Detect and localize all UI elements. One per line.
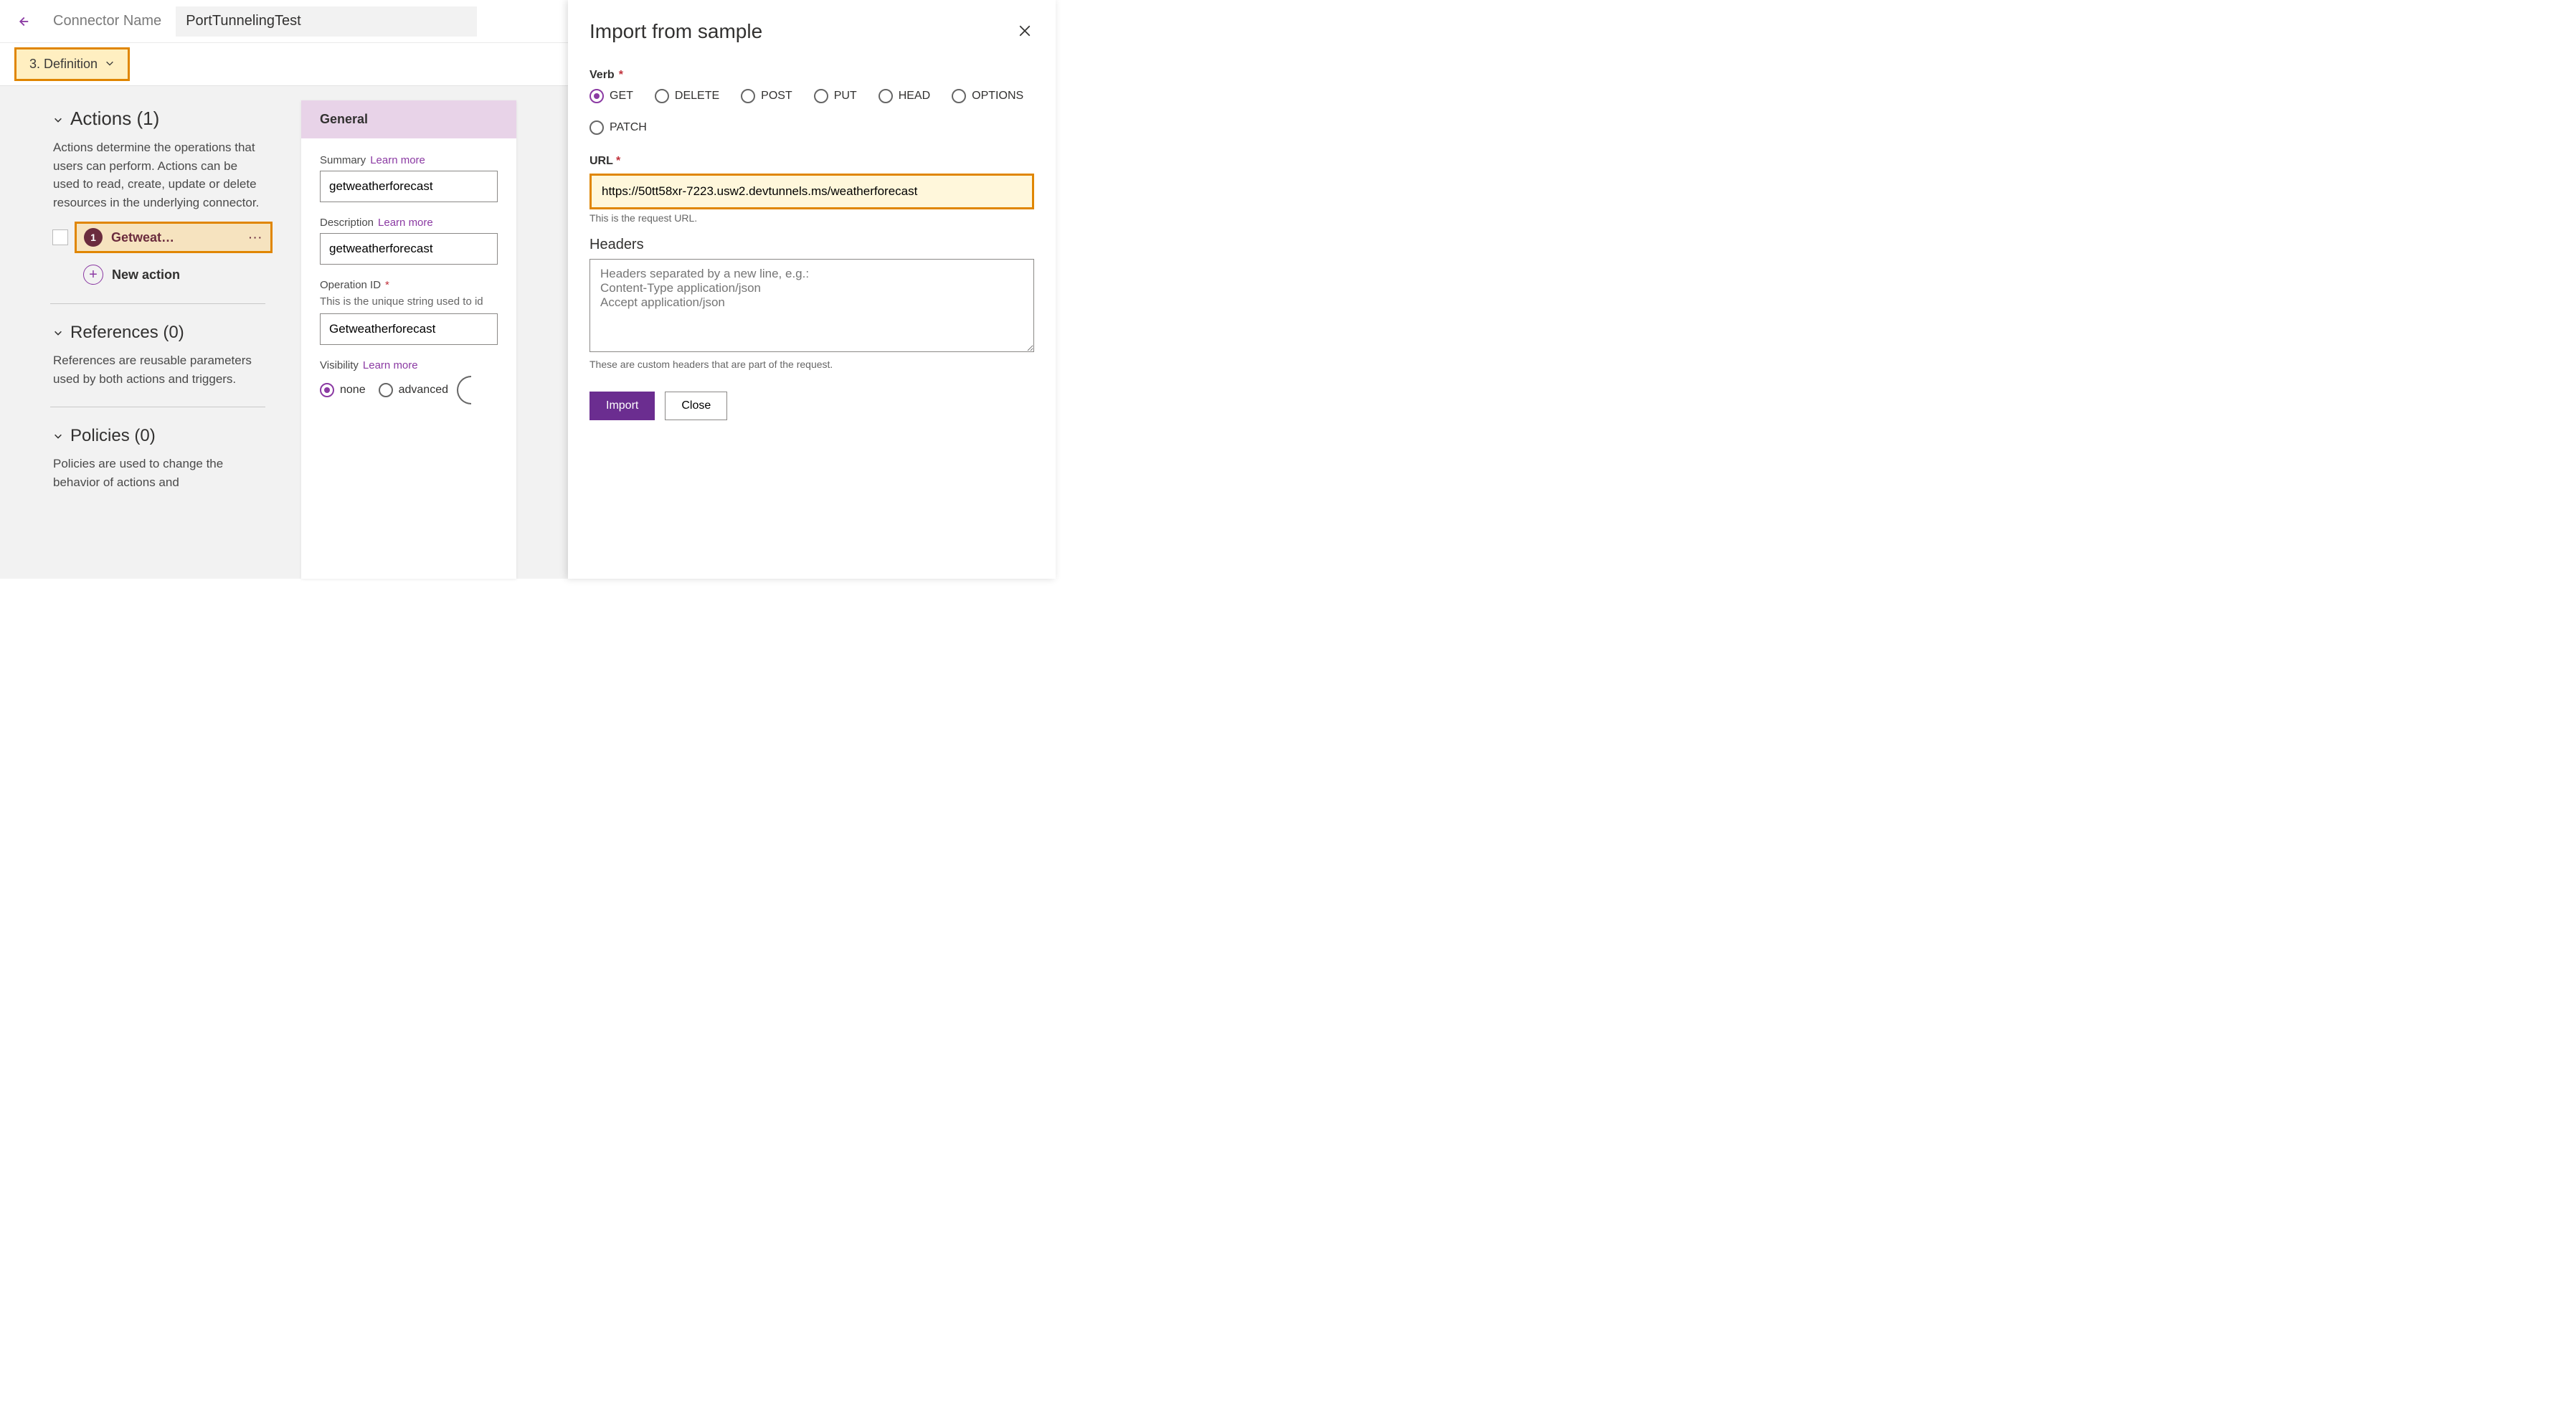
action-badge: 1 [84, 228, 103, 247]
headers-textarea[interactable] [589, 259, 1034, 352]
policies-title: Policies (0) [70, 426, 156, 446]
visibility-option-advanced[interactable]: advanced [379, 383, 448, 397]
verb-option-patch[interactable]: PATCH [589, 120, 647, 135]
radio-icon [952, 89, 966, 103]
action-item-label: Getweat… [111, 230, 240, 245]
radio-icon [379, 383, 393, 397]
close-button[interactable]: Close [665, 392, 727, 420]
visibility-learn-more-link[interactable]: Learn more [363, 359, 418, 371]
summary-label: Summary Learn more [320, 154, 498, 166]
required-asterisk: * [616, 155, 620, 167]
radio-icon [589, 120, 604, 135]
references-title: References (0) [70, 323, 184, 343]
actions-title: Actions (1) [70, 108, 159, 130]
required-asterisk: * [619, 69, 623, 82]
operation-id-helper: This is the unique string used to id [320, 295, 498, 308]
operation-id-label: Operation ID * [320, 279, 498, 291]
url-hint: This is the request URL. [589, 212, 1034, 224]
headers-hint: These are custom headers that are part o… [589, 359, 1034, 370]
new-action-button[interactable]: + New action [83, 265, 273, 285]
verb-option-get[interactable]: GET [589, 89, 633, 103]
verb-option-put[interactable]: PUT [814, 89, 857, 103]
headers-label: Headers [589, 237, 1034, 253]
back-arrow-icon[interactable] [9, 8, 36, 35]
radio-icon [741, 89, 755, 103]
connector-name-label: Connector Name [53, 13, 161, 29]
import-button[interactable]: Import [589, 392, 655, 420]
verb-radio-group: GET DELETE POST PUT HEAD OPTIONS PATCH [589, 89, 1034, 135]
references-description: References are reusable parameters used … [53, 351, 261, 388]
radio-icon [879, 89, 893, 103]
policies-section-header[interactable]: Policies (0) [53, 426, 273, 446]
radio-icon [655, 89, 669, 103]
description-input[interactable] [320, 233, 498, 265]
url-input-highlight [589, 174, 1034, 209]
actions-section-header[interactable]: Actions (1) [53, 108, 273, 130]
section-divider [50, 303, 265, 304]
radio-icon [457, 376, 471, 404]
radio-icon [320, 383, 334, 397]
action-item-getweatherforecast[interactable]: 1 Getweat… ··· [75, 222, 273, 253]
description-learn-more-link[interactable]: Learn more [378, 217, 433, 229]
panel-title: Import from sample [589, 20, 762, 43]
actions-description: Actions determine the operations that us… [53, 138, 261, 212]
general-card: General Summary Learn more Description L… [301, 100, 516, 579]
chevron-down-icon [53, 323, 63, 343]
verb-option-delete[interactable]: DELETE [655, 89, 719, 103]
more-icon[interactable]: ··· [249, 232, 263, 243]
verb-option-head[interactable]: HEAD [879, 89, 930, 103]
verb-option-post[interactable]: POST [741, 89, 792, 103]
general-card-header: General [301, 100, 516, 138]
step-definition-chip[interactable]: 3. Definition [14, 47, 130, 81]
close-icon[interactable] [1015, 22, 1034, 42]
action-checkbox[interactable] [52, 229, 68, 245]
new-action-label: New action [112, 267, 180, 283]
description-label: Description Learn more [320, 217, 498, 229]
url-input[interactable] [592, 176, 1032, 207]
definition-sidebar: Actions (1) Actions determine the operat… [0, 86, 301, 579]
chevron-down-icon [105, 57, 115, 72]
required-asterisk: * [385, 279, 389, 291]
chevron-down-icon [53, 108, 63, 130]
visibility-label: Visibility Learn more [320, 359, 498, 371]
visibility-option-none[interactable]: none [320, 383, 366, 397]
verb-label: Verb * [589, 69, 1034, 82]
summary-input[interactable] [320, 171, 498, 202]
references-section-header[interactable]: References (0) [53, 323, 273, 343]
radio-icon [814, 89, 828, 103]
step-label: 3. Definition [29, 57, 98, 72]
chevron-down-icon [53, 426, 63, 446]
connector-name-input[interactable] [176, 6, 477, 37]
visibility-radio-group: none advanced [320, 376, 498, 404]
radio-icon [589, 89, 604, 103]
plus-circle-icon: + [83, 265, 103, 285]
operation-id-input[interactable] [320, 313, 498, 345]
summary-learn-more-link[interactable]: Learn more [370, 154, 425, 166]
import-from-sample-panel: Import from sample Verb * GET DELETE POS… [568, 0, 1056, 579]
verb-option-options[interactable]: OPTIONS [952, 89, 1023, 103]
url-label: URL * [589, 155, 1034, 168]
policies-description: Policies are used to change the behavior… [53, 455, 261, 491]
